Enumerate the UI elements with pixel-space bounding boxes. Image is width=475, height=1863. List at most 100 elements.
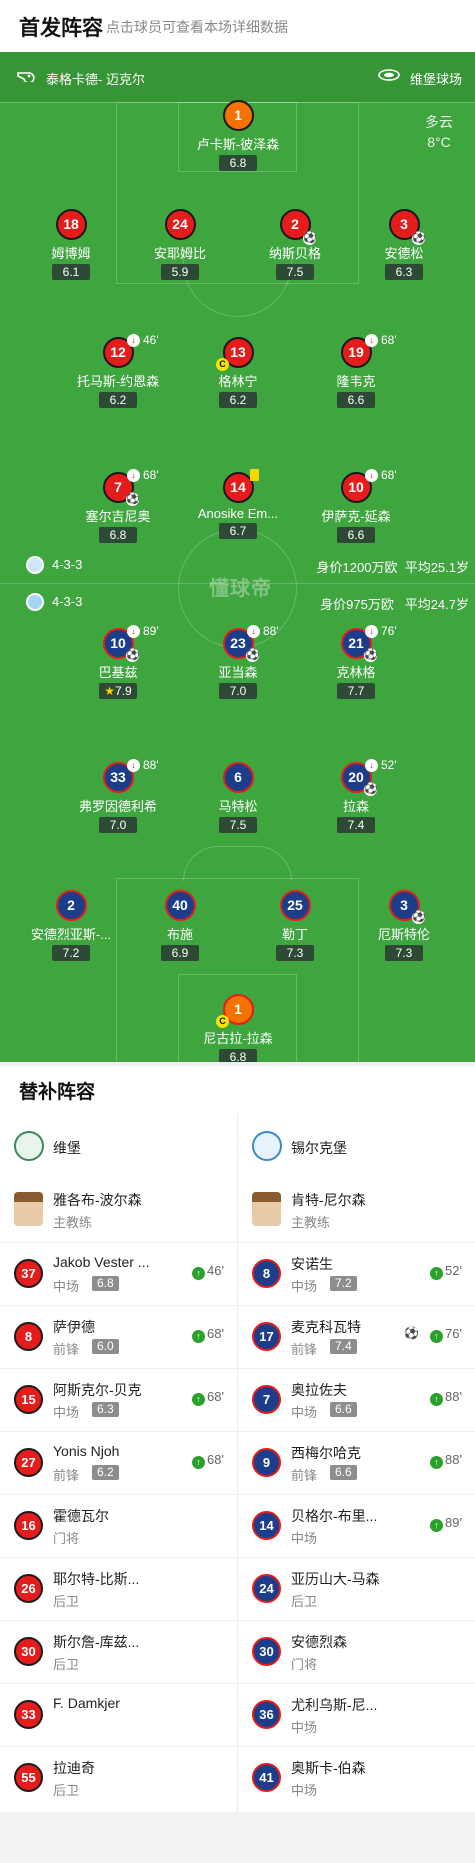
assist-icon: ⚽ bbox=[364, 649, 378, 662]
away-player-25[interactable]: 25 勒丁 7.3 bbox=[240, 890, 350, 962]
sub-row[interactable]: 17 麦克科瓦特 前锋 7.4 ⚽ ↑ 76' bbox=[238, 1305, 475, 1368]
away-coach[interactable]: 肯特-尼尔森 主教练 bbox=[238, 1178, 475, 1242]
sub-position: 中场 bbox=[291, 1720, 318, 1735]
sub-row[interactable]: 16 霍德瓦尔 门将 bbox=[0, 1494, 237, 1557]
sub-number: 33 bbox=[14, 1700, 43, 1729]
away-player-20[interactable]: 20 ↓ 52' ⚽ 拉森 7.4 bbox=[301, 758, 411, 834]
home-value-age: 身价1200万欧 平均25.1岁 bbox=[317, 557, 469, 576]
away-value: 身价975万欧 bbox=[320, 597, 394, 612]
sub-number: 8 bbox=[252, 1259, 281, 1288]
subs-title: 替补阵容 bbox=[19, 1082, 96, 1103]
away-team-logo-icon bbox=[252, 1131, 282, 1161]
sub-number: 16 bbox=[14, 1511, 43, 1540]
sub-row[interactable]: 55 拉迪奇 后卫 bbox=[0, 1746, 237, 1809]
home-player-12[interactable]: 12 ↓ 46' 托马斯-约恩森 6.2 bbox=[63, 333, 173, 409]
away-player-23[interactable]: 23 ↓ 88' ⚽ 亚当森 7.0 bbox=[183, 624, 293, 700]
home-team-header[interactable]: 维堡 bbox=[0, 1114, 237, 1178]
sub-row[interactable]: 24 亚历山大-马森 后卫 bbox=[238, 1557, 475, 1620]
player-name: 马特松 bbox=[218, 799, 258, 814]
away-team-header[interactable]: 锡尔克堡 bbox=[238, 1114, 475, 1178]
away-value-age: 身价975万欧 平均24.7岁 bbox=[320, 594, 469, 613]
away-player-40[interactable]: 40 布施 6.9 bbox=[125, 890, 235, 962]
sub-row[interactable]: 26 耶尔特-比斯... 后卫 bbox=[0, 1557, 237, 1620]
weather-info: 多云 8°C bbox=[425, 112, 453, 152]
home-player-3[interactable]: 3 ⚽ 安德松 6.3 bbox=[349, 209, 459, 281]
sub-row[interactable]: 7 奥拉佐夫 中场 6.6 ↑ 88' bbox=[238, 1368, 475, 1431]
sub-name: 安德烈森 bbox=[291, 1634, 347, 1650]
home-player-10[interactable]: 10 ↓ 68' 伊萨克-延森 6.6 bbox=[301, 468, 411, 544]
sub-in: ↑ 68' bbox=[192, 1326, 224, 1343]
sub-row[interactable]: 33 F. Damkjer bbox=[0, 1683, 237, 1746]
home-player-1[interactable]: 1 卢卡斯-彼泽森 6.8 bbox=[183, 100, 293, 172]
sub-position: 后卫 bbox=[53, 1783, 80, 1798]
player-name: 安耶姆比 bbox=[153, 246, 206, 261]
away-player-21[interactable]: 21 ↓ 76' ⚽ 克林格 7.7 bbox=[301, 624, 411, 700]
away-player-6[interactable]: 6 马特松 7.5 bbox=[183, 762, 293, 834]
sub-row[interactable]: 15 阿斯克尔-贝克 中场 6.3 ↑ 68' bbox=[0, 1368, 237, 1431]
sub-row[interactable]: 27 Yonis Njoh 前锋 6.2 ↑ 68' bbox=[0, 1431, 237, 1494]
player-rating-value: 7.9 bbox=[115, 684, 132, 698]
sub-row[interactable]: 37 Jakob Vester ... 中场 6.8 ↑ 46' bbox=[0, 1242, 237, 1305]
away-player-2[interactable]: 2 安德烈亚斯-... 7.2 bbox=[16, 890, 126, 962]
sub-in: ↑ 46' bbox=[192, 1263, 224, 1280]
sub-number: 15 bbox=[14, 1385, 43, 1414]
away-player-10[interactable]: 10 ↓ 89' ⚽ 巴基兹 ★7.9 bbox=[63, 624, 173, 700]
match-info-bar: 泰格卡德- 迈克尔 维堡球场 bbox=[0, 52, 475, 102]
sub-in-icon: ↑ bbox=[192, 1330, 206, 1343]
sub-in-minute: 68' bbox=[207, 1326, 224, 1341]
home-coach[interactable]: 雅各布-波尔森 主教练 bbox=[0, 1178, 237, 1242]
sub-in: ↑ 76' bbox=[430, 1326, 462, 1343]
sub-in-icon: ↑ bbox=[192, 1393, 206, 1406]
sub-position: 后卫 bbox=[291, 1594, 318, 1609]
sub-number: 30 bbox=[14, 1637, 43, 1666]
sub-number: 9 bbox=[252, 1448, 281, 1477]
sub-number: 27 bbox=[14, 1448, 43, 1477]
away-player-3[interactable]: 3 ⚽ 厄斯特伦 7.3 bbox=[349, 890, 459, 962]
sub-minute: 68' bbox=[143, 468, 159, 482]
mvp-star-icon: ★ bbox=[104, 684, 116, 698]
player-name: 克林格 bbox=[336, 665, 376, 680]
home-player-2[interactable]: 2 ⚽ 纳斯贝格 7.5 bbox=[240, 209, 350, 281]
sub-in-minute: 88' bbox=[445, 1389, 462, 1404]
home-player-18[interactable]: 18 姆博姆 6.1 bbox=[16, 209, 126, 281]
player-number: 24 bbox=[164, 209, 196, 240]
sub-in-icon: ↑ bbox=[430, 1519, 444, 1532]
player-name: 伊萨克-延森 bbox=[321, 509, 391, 524]
player-name: 尼古拉-拉森 bbox=[203, 1031, 273, 1046]
home-player-24[interactable]: 24 安耶姆比 5.9 bbox=[125, 209, 235, 281]
away-player-33[interactable]: 33 ↓ 88' 弗罗因德利希 7.0 bbox=[63, 758, 173, 834]
sub-row[interactable]: 36 尤利乌斯-尼... 中场 bbox=[238, 1683, 475, 1746]
home-player-13[interactable]: 13 C 格林宁 6.2 bbox=[183, 337, 293, 409]
home-team-name: 维堡 bbox=[53, 1140, 81, 1156]
sub-name: 奥拉佐夫 bbox=[291, 1382, 347, 1398]
sub-row[interactable]: 9 西梅尔哈克 前锋 6.6 ↑ 88' bbox=[238, 1431, 475, 1494]
home-player-7[interactable]: 7 ↓ 68' ⚽ 塞尔吉尼奥 6.8 bbox=[63, 468, 173, 544]
home-player-19[interactable]: 19 ↓ 68' 隆韦克 6.6 bbox=[301, 333, 411, 409]
sub-minute: 88' bbox=[263, 624, 279, 638]
sub-row[interactable]: 8 萨伊德 前锋 6.0 ↑ 68' bbox=[0, 1305, 237, 1368]
assist-icon: ⚽ bbox=[126, 493, 140, 506]
sub-row[interactable]: 8 安诺生 中场 7.2 ↑ 52' bbox=[238, 1242, 475, 1305]
sub-in-icon: ↑ bbox=[192, 1456, 206, 1469]
sub-minute: 68' bbox=[381, 468, 397, 482]
away-player-1[interactable]: 1 C 尼古拉-拉森 6.8 bbox=[183, 994, 293, 1062]
sub-minute: 88' bbox=[143, 758, 159, 772]
home-player-14[interactable]: 14 Anosike Em... 6.7 bbox=[183, 469, 293, 540]
sub-row[interactable]: 30 安德烈森 门将 bbox=[238, 1620, 475, 1683]
player-rating: 7.7 bbox=[337, 683, 375, 699]
sub-rating: 6.0 bbox=[92, 1339, 119, 1354]
player-rating: 7.2 bbox=[52, 945, 90, 961]
own-goal-icon: ⚽ bbox=[412, 232, 426, 245]
player-rating: 6.1 bbox=[52, 264, 90, 280]
referee-name: 泰格卡德- 迈克尔 bbox=[46, 72, 145, 87]
sub-in-icon: ↑ bbox=[430, 1330, 444, 1343]
sub-in-minute: 46' bbox=[207, 1263, 224, 1278]
sub-row[interactable]: 41 奥斯卡-伯森 中场 bbox=[238, 1746, 475, 1809]
sub-row[interactable]: 14 贝格尔-布里... 中场 ↑ 89' bbox=[238, 1494, 475, 1557]
sub-row[interactable]: 30 斯尔詹-库兹... 后卫 bbox=[0, 1620, 237, 1683]
sub-name: 阿斯克尔-贝克 bbox=[53, 1382, 142, 1398]
sub-minute: 52' bbox=[381, 758, 397, 772]
sub-name: Jakob Vester ... bbox=[53, 1254, 150, 1270]
sub-number: 41 bbox=[252, 1763, 281, 1792]
player-rating: 6.2 bbox=[99, 392, 137, 408]
